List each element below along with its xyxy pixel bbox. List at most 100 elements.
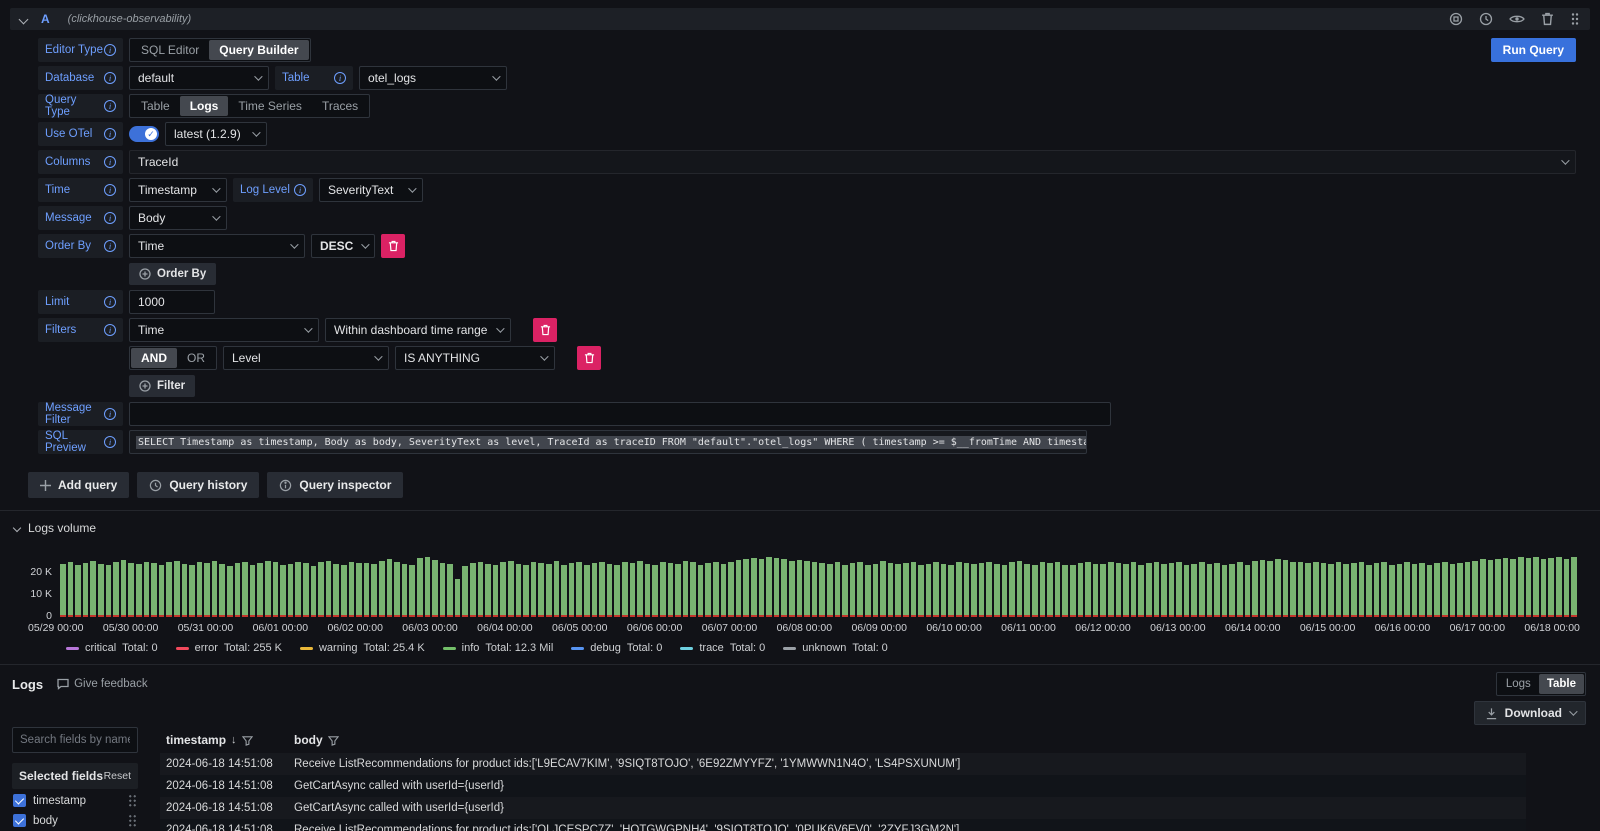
x-tick-label: 06/02 00:00 bbox=[327, 622, 382, 634]
query-builder-option[interactable]: Query Builder bbox=[209, 40, 308, 60]
checkbox-checked[interactable] bbox=[13, 794, 26, 807]
filter-bool-switch: AND OR bbox=[129, 346, 217, 370]
search-fields-input[interactable] bbox=[12, 727, 138, 753]
drag-handle-icon[interactable] bbox=[128, 794, 137, 807]
info-icon[interactable]: i bbox=[104, 240, 116, 252]
and-option[interactable]: AND bbox=[131, 348, 177, 368]
info-icon[interactable]: i bbox=[104, 212, 116, 224]
message-filter-input[interactable] bbox=[129, 402, 1111, 426]
legend-item-unknown[interactable]: unknownTotal: 0 bbox=[783, 642, 888, 654]
log-table-row[interactable]: 2024-06-18 14:51:08Receive ListRecommend… bbox=[160, 753, 1526, 775]
volume-bar bbox=[926, 564, 932, 618]
view-logs-option[interactable]: Logs bbox=[1498, 674, 1539, 694]
use-otel-toggle[interactable]: ✓ bbox=[129, 126, 159, 142]
volume-bar bbox=[933, 562, 939, 617]
remove-filter1-button[interactable] bbox=[533, 318, 557, 342]
info-icon[interactable]: i bbox=[334, 72, 346, 84]
add-filter-button[interactable]: Filter bbox=[129, 375, 195, 397]
volume-bar bbox=[614, 565, 620, 617]
log-level-select[interactable]: SeverityText bbox=[319, 178, 423, 202]
otel-version-select[interactable]: latest (1.2.9) bbox=[165, 122, 267, 146]
trash-icon[interactable] bbox=[1541, 12, 1554, 26]
legend-item-info[interactable]: infoTotal: 12.3 Mil bbox=[443, 642, 554, 654]
info-icon[interactable]: i bbox=[104, 324, 116, 336]
info-icon[interactable]: i bbox=[104, 128, 116, 140]
limit-input[interactable] bbox=[129, 290, 215, 314]
filter-icon[interactable] bbox=[242, 735, 253, 746]
collapse-chevron-icon[interactable] bbox=[19, 14, 29, 24]
legend-item-trace[interactable]: traceTotal: 0 bbox=[680, 642, 765, 654]
query-type-time-series[interactable]: Time Series bbox=[228, 96, 312, 116]
filter-icon[interactable] bbox=[328, 735, 339, 746]
filter1-operator-select[interactable]: Within dashboard time range bbox=[325, 318, 511, 342]
volume-bar bbox=[819, 563, 825, 617]
info-icon[interactable]: i bbox=[104, 184, 116, 196]
query-type-logs[interactable]: Logs bbox=[180, 96, 229, 116]
drag-handle-icon[interactable] bbox=[1570, 12, 1580, 26]
table-select[interactable]: otel_logs bbox=[359, 66, 507, 90]
eye-icon[interactable] bbox=[1509, 13, 1525, 25]
volume-bar bbox=[333, 564, 339, 617]
x-tick-label: 06/14 00:00 bbox=[1225, 622, 1280, 634]
volume-bar bbox=[1366, 565, 1372, 617]
download-button[interactable]: Download bbox=[1474, 701, 1586, 725]
order-by-direction-select[interactable]: DESC bbox=[311, 234, 375, 258]
panel-collapse-chevron-icon[interactable] bbox=[13, 524, 21, 532]
volume-bar bbox=[1343, 564, 1349, 617]
info-icon[interactable]: i bbox=[104, 100, 116, 112]
log-table-row[interactable]: 2024-06-18 14:51:08GetCartAsync called w… bbox=[160, 797, 1526, 819]
run-query-button[interactable]: Run Query bbox=[1491, 38, 1576, 62]
info-icon[interactable]: i bbox=[104, 436, 116, 448]
info-icon[interactable]: i bbox=[104, 72, 116, 84]
add-order-by-button[interactable]: Order By bbox=[129, 263, 216, 285]
body-column-header[interactable]: body bbox=[294, 733, 323, 747]
legend-series-name: unknown bbox=[802, 642, 846, 654]
order-by-column-select[interactable]: Time bbox=[129, 234, 305, 258]
info-icon[interactable]: i bbox=[294, 184, 306, 196]
volume-bar bbox=[1503, 558, 1509, 617]
legend-item-warning[interactable]: warningTotal: 25.4 K bbox=[300, 642, 425, 654]
log-table-row[interactable]: 2024-06-18 14:51:08Receive ListRecommend… bbox=[160, 819, 1526, 831]
remove-filter2-button[interactable] bbox=[577, 346, 601, 370]
info-icon[interactable]: i bbox=[104, 44, 116, 56]
view-table-option[interactable]: Table bbox=[1539, 674, 1584, 694]
sort-desc-icon[interactable]: ↓ bbox=[231, 734, 237, 746]
history-icon[interactable] bbox=[1479, 12, 1493, 26]
give-feedback-link[interactable]: Give feedback bbox=[57, 678, 148, 690]
volume-bar bbox=[349, 562, 355, 617]
query-type-traces[interactable]: Traces bbox=[312, 96, 368, 116]
log-table-row[interactable]: 2024-06-18 14:51:08GetCartAsync called w… bbox=[160, 775, 1526, 797]
or-option[interactable]: OR bbox=[177, 348, 215, 368]
time-column-select[interactable]: Timestamp bbox=[129, 178, 227, 202]
reset-fields-button[interactable]: Reset bbox=[104, 770, 131, 782]
add-query-button[interactable]: Add query bbox=[28, 472, 129, 498]
filter2-operator-select[interactable]: IS ANYTHING bbox=[395, 346, 555, 370]
legend-item-debug[interactable]: debugTotal: 0 bbox=[571, 642, 662, 654]
filter1-field-select[interactable]: Time bbox=[129, 318, 319, 342]
filter2-field-select[interactable]: Level bbox=[223, 346, 389, 370]
database-select[interactable]: default bbox=[129, 66, 269, 90]
duplicate-icon[interactable] bbox=[1449, 12, 1463, 26]
sql-editor-option[interactable]: SQL Editor bbox=[131, 40, 209, 60]
legend-item-critical[interactable]: criticalTotal: 0 bbox=[66, 642, 158, 654]
info-icon[interactable]: i bbox=[104, 408, 116, 420]
volume-bar bbox=[1465, 562, 1471, 617]
drag-handle-icon[interactable] bbox=[128, 814, 137, 827]
legend-series-name: critical bbox=[85, 642, 116, 654]
remove-order-by-button[interactable] bbox=[381, 234, 405, 258]
query-type-table[interactable]: Table bbox=[131, 96, 180, 116]
legend-item-error[interactable]: errorTotal: 255 K bbox=[176, 642, 282, 654]
chevron-down-icon bbox=[1569, 707, 1577, 715]
columns-multiselect[interactable]: TraceId bbox=[129, 150, 1576, 174]
volume-bar bbox=[212, 561, 218, 617]
info-icon[interactable]: i bbox=[104, 296, 116, 308]
volume-bar bbox=[68, 562, 74, 617]
timestamp-column-header[interactable]: timestamp bbox=[166, 733, 226, 747]
message-column-select[interactable]: Body bbox=[129, 206, 227, 230]
query-history-button[interactable]: Query history bbox=[137, 472, 259, 498]
info-icon[interactable]: i bbox=[104, 156, 116, 168]
query-inspector-button[interactable]: Query inspector bbox=[267, 472, 403, 498]
volume-bar bbox=[356, 563, 362, 617]
log-body-cell: Receive ListRecommendations for product … bbox=[286, 824, 1526, 831]
checkbox-checked[interactable] bbox=[13, 814, 26, 827]
